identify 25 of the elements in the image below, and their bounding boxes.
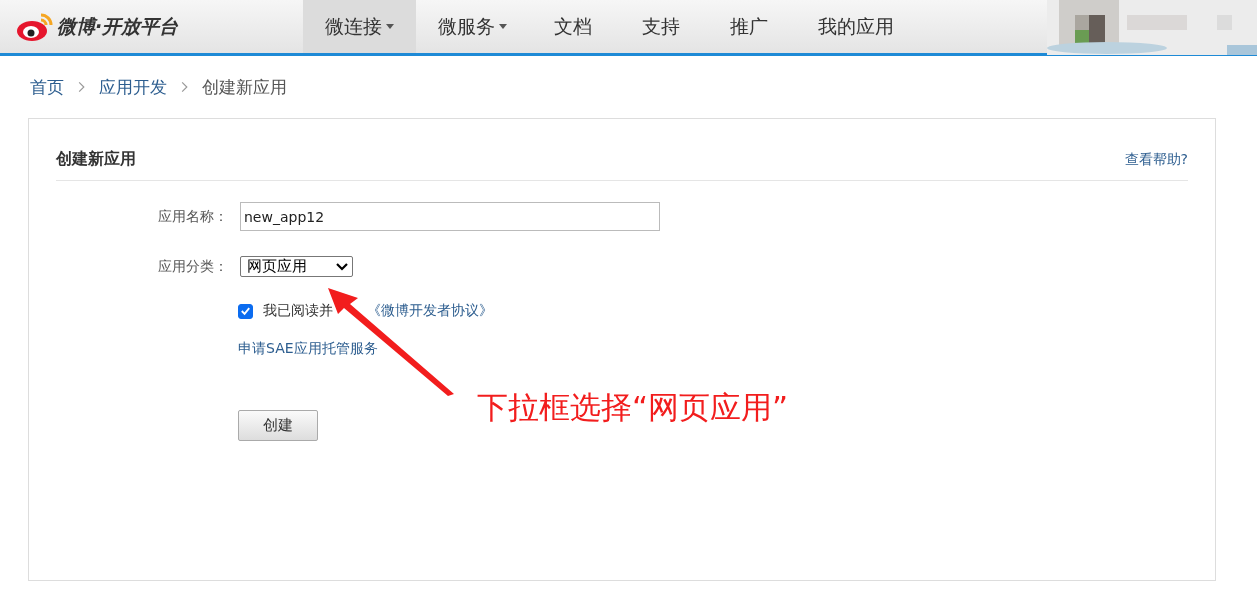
chevron-down-icon [336,262,348,271]
category-dropdown[interactable]: 网页应用 [240,256,353,277]
nav-item[interactable]: 微连接 [303,0,416,53]
logo-text[interactable]: 微博·开放平台 [57,13,179,40]
nav-item[interactable]: 微服务 [416,0,529,53]
breadcrumb-link[interactable]: 应用开发 [99,75,167,99]
annotation-text: 下拉框选择“网页应用” [477,388,789,427]
breadcrumb-link[interactable]: 首页 [30,75,64,99]
nav-item[interactable]: 支持 [617,0,705,53]
app-name-field[interactable]: new_app12 [240,202,660,231]
agreement-link[interactable]: 《微博开发者协议》 [367,302,493,320]
sae-link[interactable]: 申请SAE应用托管服务 [238,340,378,358]
help-link[interactable]: 查看帮助? [1124,150,1188,169]
field-label: 应用分类： [157,257,228,276]
agree-label: 我已阅读并 [263,302,333,320]
agree-checkbox[interactable] [238,303,253,319]
create-button[interactable]: 创建 [238,410,318,441]
chevron-icon [181,81,188,93]
nav-item[interactable]: 推广 [705,0,793,53]
chevron-icon [78,81,85,93]
nav-item[interactable]: 文档 [529,0,617,53]
nav-item[interactable]: 我的应用 [793,0,919,53]
field-label: 应用名称： [157,207,228,226]
breadcrumb-current: 创建新应用 [202,75,287,99]
panel-title: 创建新应用 [56,149,136,170]
